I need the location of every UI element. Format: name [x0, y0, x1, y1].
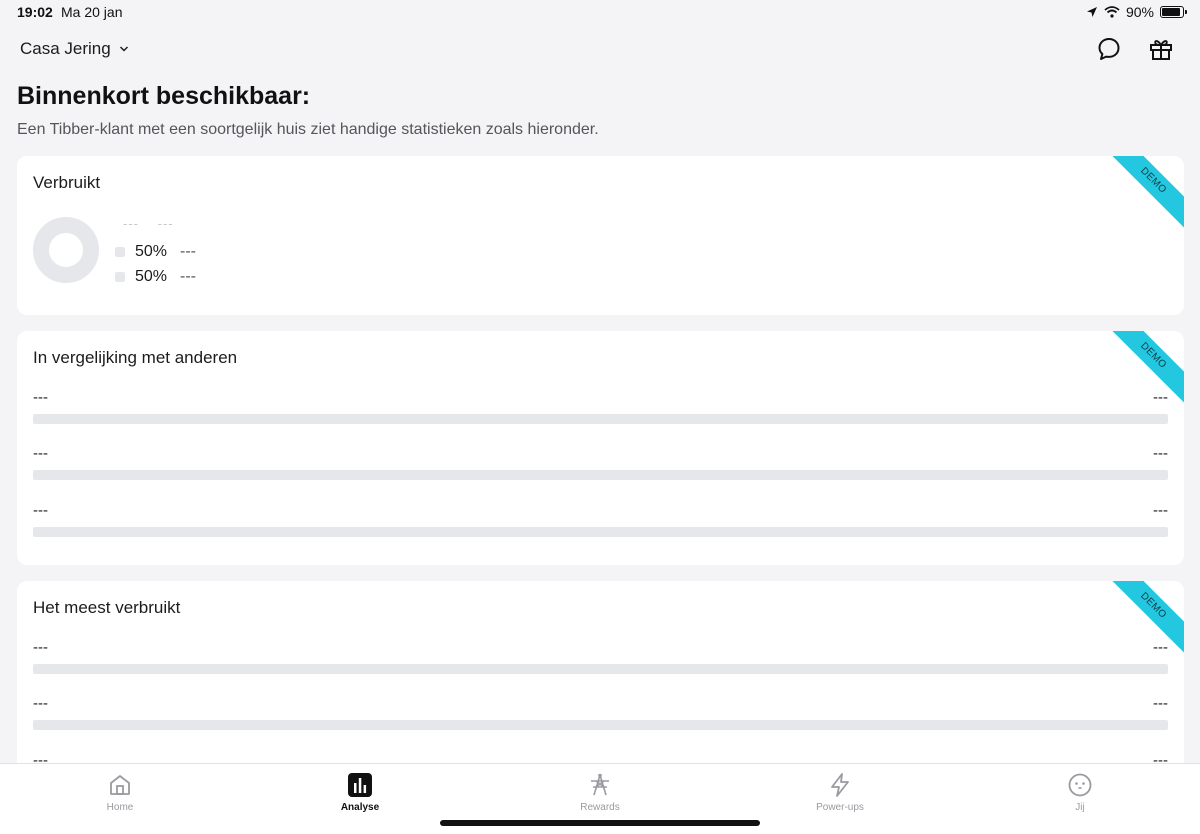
face-icon — [1068, 773, 1092, 797]
tab-jij[interactable]: Jij — [960, 764, 1200, 834]
legend-item: 50% --- — [115, 243, 196, 261]
home-indicator — [440, 820, 760, 826]
row-value: --- — [1153, 389, 1168, 406]
placeholder-bar — [33, 527, 1168, 537]
row-label: --- — [33, 445, 48, 462]
most-used-card-title: Het meest verbruikt — [33, 598, 181, 617]
row-value: --- — [1153, 445, 1168, 462]
rewards-icon — [591, 773, 609, 796]
most-used-card: Het meest verbruikt DEMO --- --- --- --- -… — [17, 581, 1184, 771]
comparison-row: --- --- — [33, 502, 1168, 537]
usage-card: Verbruikt DEMO --- --- 50% --- 50% --- — [17, 156, 1184, 315]
comparison-card: In vergelijking met anderen DEMO --- --- … — [17, 331, 1184, 565]
comparison-card-title: In vergelijking met anderen — [33, 348, 238, 367]
home-selector[interactable]: Casa Jering — [20, 39, 129, 59]
battery-level — [1162, 8, 1180, 16]
battery-percentage: 90% — [1125, 4, 1154, 20]
row-label: --- — [33, 639, 48, 656]
gift-icon[interactable] — [1148, 36, 1174, 62]
status-date: Ma 20 jan — [61, 4, 123, 20]
page-subtitle: Een Tibber-klant met een soortgelijk hui… — [17, 121, 599, 138]
status-indicators: 90% — [1086, 4, 1187, 20]
row-value: --- — [1153, 639, 1168, 656]
chat-icon[interactable] — [1096, 36, 1122, 62]
legend-value: --- — [180, 268, 196, 285]
lightning-icon — [831, 773, 849, 797]
demo-ribbon: DEMO — [1112, 156, 1184, 228]
row-value: --- — [1153, 695, 1168, 712]
usage-card-title: Verbruikt — [33, 173, 101, 192]
comparison-row: --- --- — [33, 445, 1168, 480]
most-used-row: --- --- — [33, 695, 1168, 730]
legend-swatch — [115, 247, 125, 257]
legend-header-left: --- — [123, 216, 139, 231]
legend-percentage: 50% — [135, 243, 168, 260]
row-value: --- — [1153, 502, 1168, 519]
home-icon — [110, 775, 130, 795]
legend-swatch — [115, 272, 125, 282]
analyse-icon — [348, 773, 372, 797]
usage-donut-chart — [33, 217, 99, 283]
legend-value: --- — [180, 243, 196, 260]
status-bar: 19:02 Ma 20 jan 90% — [0, 0, 1200, 24]
legend-header-right: --- — [157, 216, 174, 231]
placeholder-bar — [33, 720, 1168, 730]
battery-icon — [1160, 6, 1187, 18]
page-title: Binnenkort beschikbaar: — [17, 82, 311, 110]
status-time: 19:02 — [17, 4, 53, 20]
legend-header: --- --- — [123, 216, 188, 231]
row-label: --- — [33, 502, 48, 519]
header-actions — [1096, 36, 1174, 62]
comparison-row: --- --- — [33, 389, 1168, 424]
tab-label: Power-ups — [816, 802, 864, 813]
placeholder-bar — [33, 664, 1168, 674]
legend-item: 50% --- — [115, 268, 196, 286]
legend-percentage: 50% — [135, 268, 168, 285]
placeholder-bar — [33, 414, 1168, 424]
tab-label: Jij — [1075, 802, 1085, 813]
chevron-down-icon — [119, 46, 128, 52]
tab-label: Home — [106, 802, 134, 813]
location-icon — [1086, 7, 1097, 17]
tab-home[interactable]: Home — [0, 764, 240, 834]
placeholder-bar — [33, 470, 1168, 480]
row-label: --- — [33, 695, 48, 712]
demo-label: DEMO — [1112, 156, 1184, 228]
row-label: --- — [33, 389, 48, 406]
home-name: Casa Jering — [20, 39, 111, 58]
most-used-row: --- --- — [33, 639, 1168, 674]
tab-label: Rewards — [580, 802, 620, 813]
tab-label: Analyse — [340, 802, 380, 813]
wifi-icon — [1104, 6, 1120, 18]
